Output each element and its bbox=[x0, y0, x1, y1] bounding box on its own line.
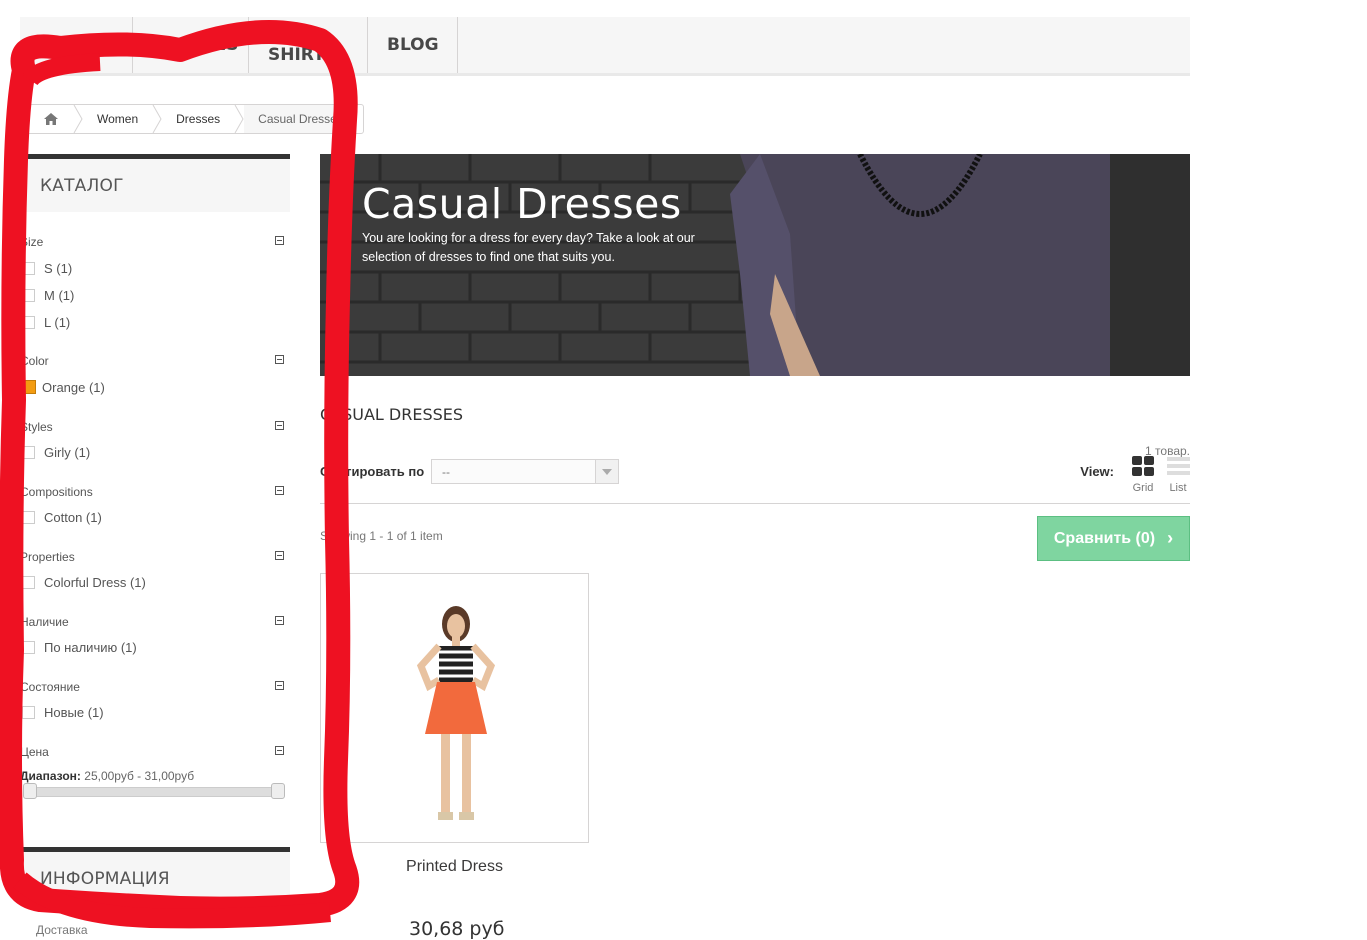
view-grid-label: Grid bbox=[1132, 482, 1154, 494]
chevron-down-icon[interactable] bbox=[595, 460, 618, 483]
banner-description: You are looking for a dress for every da… bbox=[362, 231, 695, 264]
view-list-label: List bbox=[1169, 482, 1187, 494]
view-label: View: bbox=[1080, 464, 1114, 479]
view-list-button[interactable]: List bbox=[1163, 456, 1193, 494]
sort-select-value: -- bbox=[442, 465, 450, 479]
sort-label: Сортировать по bbox=[320, 464, 425, 479]
home-icon bbox=[44, 113, 58, 125]
filter-option-label: Новые (1) bbox=[44, 704, 104, 720]
filter-option-label: M (1) bbox=[44, 287, 75, 303]
filter-compositions-label: Compositions bbox=[20, 485, 93, 499]
collapse-icon[interactable] bbox=[275, 551, 284, 560]
filter-option[interactable]: По наличию (1) bbox=[22, 639, 137, 655]
breadcrumb-home[interactable] bbox=[29, 105, 73, 133]
view-grid-button[interactable]: Grid bbox=[1128, 456, 1158, 494]
checkbox[interactable] bbox=[22, 575, 35, 589]
collapse-icon[interactable] bbox=[275, 681, 284, 690]
price-range-prefix: Диапазон: bbox=[20, 769, 81, 783]
list-icon bbox=[1166, 457, 1190, 475]
breadcrumb-separator-icon bbox=[234, 105, 244, 133]
filter-option[interactable]: Colorful Dress (1) bbox=[22, 574, 146, 590]
filter-styles: Styles Girly (1) bbox=[20, 420, 290, 460]
filter-availability: Наличие По наличию (1) bbox=[20, 615, 290, 655]
checkbox[interactable] bbox=[22, 288, 35, 302]
top-menu: WOMEN DRESSES T-SHIRTS BLOG bbox=[20, 17, 1190, 76]
category-banner: Casual Dresses You are looking for a dre… bbox=[320, 154, 1190, 376]
price-range-value: 25,00руб - 31,00руб bbox=[84, 769, 195, 783]
filter-properties: Properties Colorful Dress (1) bbox=[20, 550, 290, 590]
filter-color: Color Orange (1) bbox=[20, 354, 290, 395]
filter-option[interactable]: Orange (1) bbox=[22, 379, 105, 395]
filter-option[interactable]: S (1) bbox=[22, 260, 72, 276]
product-card[interactable] bbox=[320, 573, 589, 843]
breadcrumb-separator-icon bbox=[152, 105, 162, 133]
filter-option-label: Girly (1) bbox=[44, 444, 91, 460]
checkbox[interactable] bbox=[22, 640, 35, 654]
sort-bar: Сортировать по -- 1 товар. View: Grid Li… bbox=[320, 444, 1193, 504]
collapse-icon[interactable] bbox=[275, 236, 284, 245]
category-name: CASUAL DRESSES bbox=[320, 405, 464, 424]
filter-size-label: Size bbox=[20, 235, 44, 249]
breadcrumb-dresses[interactable]: Dresses bbox=[162, 105, 234, 133]
collapse-icon[interactable] bbox=[275, 421, 284, 430]
filter-option-label: Orange (1) bbox=[42, 379, 105, 395]
information-title: ИНФОРМАЦИЯ bbox=[20, 847, 290, 905]
compare-button[interactable]: Сравнить (0) › bbox=[1037, 516, 1190, 561]
color-swatch[interactable] bbox=[22, 380, 36, 394]
slider-handle-min[interactable] bbox=[23, 783, 37, 799]
info-link-delivery[interactable]: Доставка bbox=[36, 923, 88, 937]
checkbox[interactable] bbox=[22, 510, 35, 524]
filter-option[interactable]: M (1) bbox=[22, 287, 74, 303]
filter-option[interactable]: Cotton (1) bbox=[22, 509, 102, 525]
filter-option-label: S (1) bbox=[44, 260, 73, 276]
filter-option-label: L (1) bbox=[44, 314, 71, 330]
filter-option-label: Colorful Dress (1) bbox=[44, 574, 146, 590]
showing-count: Showing 1 - 1 of 1 item bbox=[320, 529, 443, 543]
filter-properties-label: Properties bbox=[20, 550, 75, 564]
breadcrumb-women[interactable]: Women bbox=[83, 105, 152, 133]
menu-dresses[interactable]: DRESSES bbox=[133, 17, 249, 73]
checkbox[interactable] bbox=[22, 705, 35, 719]
breadcrumb-current: Casual Dresses bbox=[244, 105, 357, 133]
checkbox[interactable] bbox=[22, 315, 35, 329]
compare-label: Сравнить (0) bbox=[1053, 529, 1156, 547]
menu-blog[interactable]: BLOG bbox=[368, 17, 458, 73]
filter-price: Цена Диапазон: 25,00руб - 31,00руб bbox=[20, 745, 290, 799]
filter-condition: Состояние Новые (1) bbox=[20, 680, 290, 720]
filter-option[interactable]: Новые (1) bbox=[22, 704, 104, 720]
menu-women[interactable]: WOMEN bbox=[20, 17, 133, 73]
collapse-icon[interactable] bbox=[275, 486, 284, 495]
filter-option-label: Cotton (1) bbox=[44, 509, 102, 525]
filter-price-label: Цена bbox=[20, 745, 49, 759]
filter-condition-label: Состояние bbox=[20, 680, 80, 694]
filter-size: Size S (1) M (1) L (1) bbox=[20, 235, 290, 330]
collapse-icon[interactable] bbox=[275, 616, 284, 625]
banner-title: Casual Dresses bbox=[362, 180, 682, 228]
grid-icon bbox=[1131, 456, 1154, 476]
product-name[interactable]: Printed Dress bbox=[320, 858, 589, 876]
information-block: ИНФОРМАЦИЯ bbox=[20, 847, 290, 905]
collapse-icon[interactable] bbox=[275, 355, 284, 364]
breadcrumb: Women Dresses Casual Dresses bbox=[22, 104, 364, 134]
filter-color-label: Color bbox=[20, 354, 49, 368]
breadcrumb-separator-icon bbox=[73, 105, 83, 133]
collapse-icon[interactable] bbox=[275, 746, 284, 755]
filter-compositions: Compositions Cotton (1) bbox=[20, 485, 290, 525]
filter-option[interactable]: L (1) bbox=[22, 314, 70, 330]
menu-tshirts[interactable]: T-SHIRTS bbox=[249, 17, 368, 73]
layered-navigation: КАТАЛОГ Size S (1) M (1) L (1) Color Ora… bbox=[20, 154, 290, 799]
filter-option-label: По наличию (1) bbox=[44, 639, 137, 655]
sort-select[interactable]: -- bbox=[431, 459, 619, 484]
price-range-text: Диапазон: 25,00руб - 31,00руб bbox=[20, 769, 194, 783]
checkbox[interactable] bbox=[22, 261, 35, 275]
product-image[interactable] bbox=[391, 594, 521, 834]
price-slider[interactable] bbox=[23, 783, 285, 799]
catalog-title: КАТАЛОГ bbox=[20, 154, 290, 212]
chevron-right-icon: › bbox=[1167, 528, 1174, 548]
filter-availability-label: Наличие bbox=[20, 615, 69, 629]
checkbox[interactable] bbox=[22, 445, 35, 459]
filter-styles-label: Styles bbox=[20, 420, 53, 434]
filter-option[interactable]: Girly (1) bbox=[22, 444, 90, 460]
slider-handle-max[interactable] bbox=[271, 783, 285, 799]
